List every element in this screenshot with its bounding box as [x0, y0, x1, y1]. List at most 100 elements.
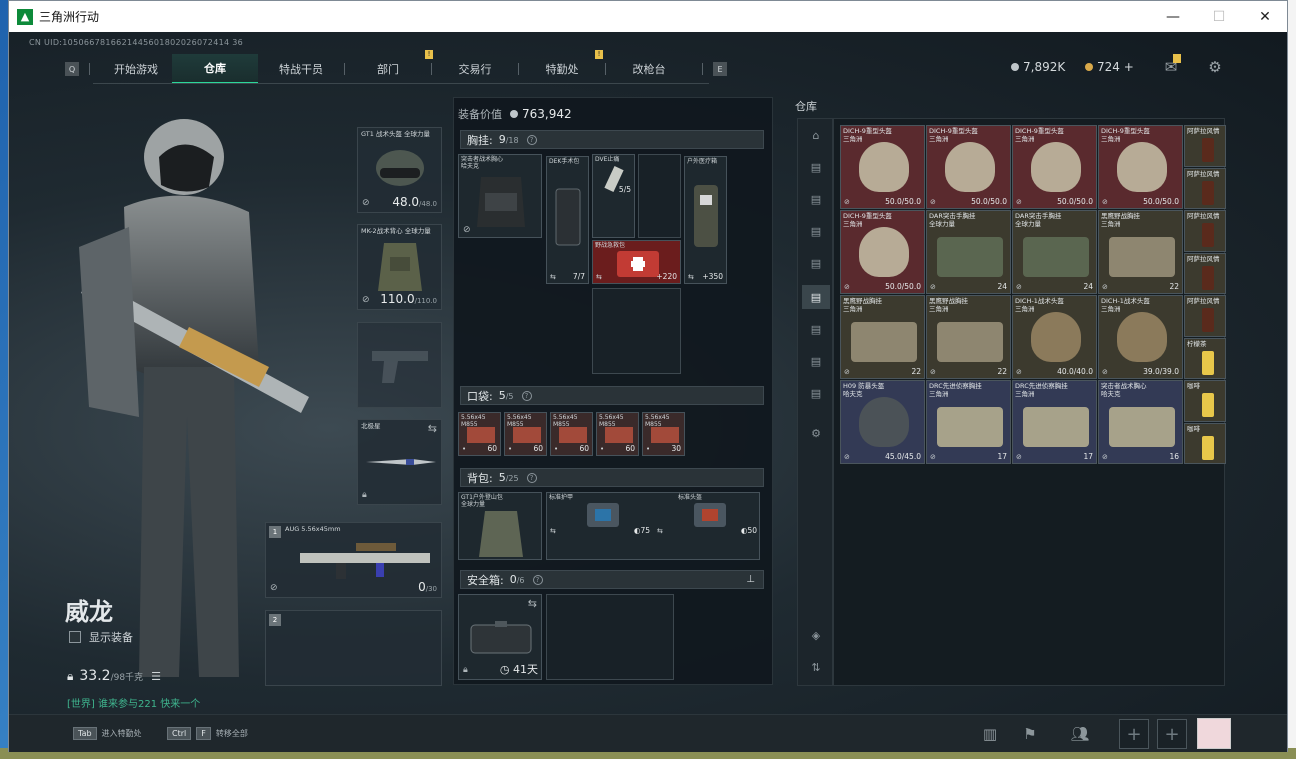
- pocket-ammo-4[interactable]: 5.56x45 M855 • 60: [596, 412, 639, 456]
- warehouse-item[interactable]: 突击者战术胸心 哈夫克 ⊘ 16: [1098, 380, 1183, 464]
- pin-icon[interactable]: ⊥: [746, 574, 755, 585]
- enter-special-ops-hint[interactable]: Tab 进入特勤处: [73, 727, 142, 740]
- tab-operators[interactable]: 特战干员: [258, 54, 344, 84]
- safe-box-item[interactable]: ⇆ 🔒︎ ◷ 41天: [458, 594, 542, 680]
- warehouse-drink-item[interactable]: 咖啡: [1184, 422, 1226, 464]
- warehouse-drink-item[interactable]: 阿萨拉风情: [1184, 210, 1226, 252]
- show-equipment-toggle[interactable]: 显示装备: [69, 629, 133, 645]
- warehouse-item[interactable]: DICH-1战术头盔 三角洲 ⊘ 40.0/40.0: [1012, 295, 1097, 379]
- melee-slot[interactable]: 北极星 ⇆ 🔒︎: [357, 419, 442, 505]
- warehouse-tab-7[interactable]: ▤: [802, 349, 830, 373]
- no-insure-icon: ⊘: [1102, 198, 1108, 206]
- chest-item-field-first-aid[interactable]: 野战急救包 ⇆ +220: [592, 240, 681, 284]
- show-equipment-checkbox[interactable]: [69, 631, 81, 643]
- maximize-button[interactable]: ☐: [1196, 1, 1242, 32]
- backpack-item-std-armor[interactable]: 标准护甲 ⇆ ◐75: [547, 493, 653, 537]
- warehouse-tab-3[interactable]: ▤: [802, 219, 830, 243]
- player-avatar[interactable]: [1197, 718, 1231, 749]
- transfer-all-hint[interactable]: Ctrl F 转移全部: [167, 727, 248, 740]
- safe-box-help-icon[interactable]: ?: [532, 574, 543, 585]
- nav-prev-key[interactable]: Q: [65, 62, 79, 76]
- safe-box-empty-grid[interactable]: [546, 594, 674, 680]
- backpack-help-icon[interactable]: ?: [526, 472, 537, 483]
- nav-next-key[interactable]: E: [713, 62, 727, 76]
- warehouse-item[interactable]: DICH-9重型头盔 三角洲 ⊘ 50.0/50.0: [1098, 125, 1183, 209]
- helmet-slot[interactable]: GT1 战术头盔 全球力量 ⊘ 48.0/48.0: [357, 127, 442, 213]
- tab-start-game[interactable]: 开始游戏: [100, 54, 172, 84]
- warehouse-drink-item[interactable]: 咖啡: [1184, 380, 1226, 422]
- swap-icon[interactable]: ⇆: [528, 597, 537, 610]
- warehouse-item[interactable]: DICH-9重型头盔 三角洲 ⊘ 50.0/50.0: [926, 125, 1011, 209]
- warehouse-item[interactable]: DAR突击手胸挂 全球力量 ⊘ 24: [1012, 210, 1097, 294]
- settings-gear-icon[interactable]: ⚙: [1205, 58, 1225, 76]
- warehouse-settings-gear-icon[interactable]: ⚙: [802, 421, 830, 445]
- pocket-ammo-2[interactable]: 5.56x45 M855 • 60: [504, 412, 547, 456]
- tab-department[interactable]: 部门 !: [345, 50, 433, 84]
- chest-item-painkiller[interactable]: DVE止痛 5/5: [592, 154, 635, 238]
- chest-rig-item[interactable]: 突击者战术胸心 哈夫克 ⊘: [458, 154, 542, 238]
- armor-slot[interactable]: MK-2战术背心 全球力量 ⊘ 110.0/110.0: [357, 224, 442, 310]
- warehouse-drink-item[interactable]: 阿萨拉风情: [1184, 125, 1226, 167]
- warehouse-tab-8[interactable]: ▤: [802, 381, 830, 405]
- warehouse-item[interactable]: 黑鹰野战胸挂 三角洲 ⊘ 22: [926, 295, 1011, 379]
- flag-icon[interactable]: ⚑: [1017, 723, 1043, 745]
- warehouse-item[interactable]: DICH-9重型头盔 三角洲 ⊘ 50.0/50.0: [840, 125, 925, 209]
- warehouse-tab-4[interactable]: ▤: [802, 251, 830, 275]
- chest-item-outdoor-medkit[interactable]: 户外医疗箱 ⇆ +350: [684, 156, 727, 284]
- warehouse-item[interactable]: H09 防暴头盔 哈夫克 ⊘ 45.0/45.0: [840, 380, 925, 464]
- warehouse-item[interactable]: DRC先进侦察胸挂 三角洲 ⊘ 17: [926, 380, 1011, 464]
- pistol-slot-empty[interactable]: [357, 322, 442, 408]
- window-title: 三角洲行动: [39, 10, 100, 24]
- pocket-ammo-5[interactable]: 5.56x45 M855 • 30: [642, 412, 685, 456]
- drink-bottle-image: [1202, 265, 1214, 290]
- warehouse-item[interactable]: 黑鹰野战胸挂 三角洲 ⊘ 22: [840, 295, 925, 379]
- pocket-ammo-3[interactable]: 5.56x45 M855 • 60: [550, 412, 593, 456]
- primary-weapon-slot[interactable]: 1 AUG 5.56x45mm ⊘ 0/30: [265, 522, 442, 598]
- chest-empty-cell[interactable]: [638, 154, 681, 238]
- tab-gunsmith[interactable]: 改枪台: [606, 54, 692, 84]
- warehouse-item[interactable]: DICH-9重型头盔 三角洲 ⊘ 50.0/50.0: [1012, 125, 1097, 209]
- warehouse-tab-all-icon[interactable]: ⌂: [802, 123, 830, 147]
- chest-empty-cell[interactable]: [592, 288, 681, 374]
- warehouse-tab-6[interactable]: ▤: [802, 317, 830, 341]
- warehouse-layers-icon[interactable]: ◈: [802, 623, 830, 647]
- tab-trading[interactable]: 交易行: [432, 54, 518, 84]
- chest-item-surgery-kit[interactable]: DEK手术包 ⇆ 7/7: [546, 156, 589, 284]
- no-insure-icon: ⊘: [844, 453, 850, 461]
- pocket-help-icon[interactable]: ?: [521, 390, 532, 401]
- warehouse-tab-2[interactable]: ▤: [802, 187, 830, 211]
- stats-chart-icon[interactable]: ▥: [977, 723, 1003, 745]
- drink-label: 咖啡: [1187, 424, 1200, 433]
- friends-icon[interactable]: 👥︎: [1067, 723, 1093, 745]
- weight-list-icon[interactable]: ☰: [151, 670, 161, 683]
- warehouse-drink-item[interactable]: 阿萨拉风情: [1184, 252, 1226, 294]
- warehouse-drink-item[interactable]: 阿萨拉风情: [1184, 295, 1226, 337]
- warehouse-item[interactable]: DRC先进侦察胸挂 三角洲 ⊘ 17: [1012, 380, 1097, 464]
- warehouse-tab-1[interactable]: ▤: [802, 155, 830, 179]
- coin-icon: [510, 110, 518, 118]
- warehouse-tab-5[interactable]: ▤: [802, 285, 830, 309]
- warehouse-item[interactable]: DICH-9重型头盔 三角洲 ⊘ 50.0/50.0: [840, 210, 925, 294]
- secondary-weapon-slot-empty[interactable]: 2: [265, 610, 442, 686]
- warehouse-item[interactable]: 黑鹰野战胸挂 三角洲 ⊘ 22: [1098, 210, 1183, 294]
- warehouse-sort-icon[interactable]: ⇅: [802, 655, 830, 679]
- close-button[interactable]: ✕: [1242, 1, 1288, 32]
- world-chat-line[interactable]: [世界] 谁来参与221 快来一个: [67, 695, 200, 710]
- warehouse-item[interactable]: DAR突击手胸挂 全球力量 ⊘ 24: [926, 210, 1011, 294]
- warehouse-drink-item[interactable]: 柠檬茶: [1184, 337, 1226, 379]
- transfer-icon: ⇆: [550, 273, 556, 281]
- warehouse-drink-item[interactable]: 阿萨拉风情: [1184, 167, 1226, 209]
- bond-balance[interactable]: 724 +: [1085, 60, 1134, 74]
- pocket-ammo-1[interactable]: 5.56x45 M855 • 60: [458, 412, 501, 456]
- backpack-item[interactable]: GT1户外登山包 全球力量: [458, 492, 542, 560]
- tab-special-ops[interactable]: 特勤处 !: [519, 50, 605, 84]
- backpack-item-std-helmet[interactable]: 标准头盔 ⇆ ◐50: [654, 493, 760, 537]
- mail-icon[interactable]: ✉: [1161, 54, 1181, 76]
- add-squad-slot-1[interactable]: +: [1119, 719, 1149, 749]
- chest-rig-help-icon[interactable]: ?: [526, 134, 537, 145]
- swap-icon[interactable]: ⇆: [428, 422, 437, 435]
- add-squad-slot-2[interactable]: +: [1157, 719, 1187, 749]
- minimize-button[interactable]: —: [1150, 1, 1196, 32]
- tab-warehouse[interactable]: 仓库: [172, 54, 258, 84]
- warehouse-item[interactable]: DICH-1战术头盔 三角洲 ⊘ 39.0/39.0: [1098, 295, 1183, 379]
